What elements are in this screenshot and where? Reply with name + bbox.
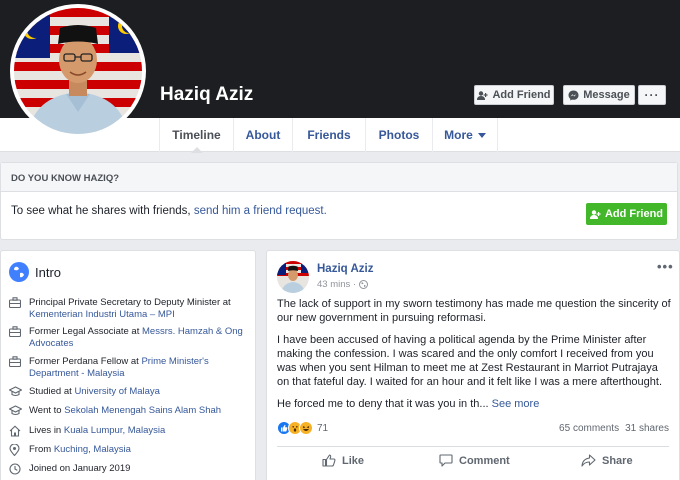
do-you-know-box: DO YOU KNOW HAZIQ? To see what he shares… — [0, 162, 678, 240]
globe-icon — [359, 280, 369, 289]
divider — [277, 446, 669, 447]
messenger-icon — [568, 90, 579, 100]
intro-item-lives-in: Lives in Kuala Lumpur, Malaysia — [9, 425, 253, 441]
tab-timeline[interactable]: Timeline — [159, 118, 233, 153]
home-icon — [9, 425, 23, 441]
message-label: Message — [583, 89, 630, 101]
intro-link[interactable]: Sekolah Menengah Sains Alam Shah — [64, 405, 221, 416]
intro-item-work-2: Former Legal Associate at Messrs. Hamzah… — [8, 326, 253, 350]
post-card: Haziq Aziz 43 mins · ••• The lack of sup… — [266, 250, 680, 480]
profile-picture[interactable] — [10, 4, 146, 138]
friend-request-link[interactable]: send him a friend request. — [194, 205, 327, 217]
like-label: Like — [342, 454, 365, 467]
intro-item-work-1: Principal Private Secretary to Deputy Mi… — [8, 297, 253, 321]
post-time-text: 43 mins · — [317, 279, 357, 290]
post-stats: 65 comments 31 shares — [559, 423, 669, 434]
briefcase-icon — [8, 297, 23, 321]
share-icon — [581, 454, 596, 467]
intro-link[interactable]: University of Malaya — [74, 386, 160, 397]
tab-photos[interactable]: Photos — [365, 118, 432, 152]
shares-count[interactable]: 31 shares — [625, 423, 669, 434]
intro-item-from: From Kuching, Malaysia — [9, 443, 253, 460]
tab-more[interactable]: More — [432, 118, 498, 152]
share-button[interactable]: Share — [581, 454, 633, 467]
globe-icon — [9, 262, 29, 282]
post-paragraph: I have been accused of having a politica… — [277, 334, 663, 388]
briefcase-icon — [8, 356, 23, 380]
post-body: The lack of support in my sworn testimon… — [277, 297, 673, 419]
post-paragraph: The lack of support in my sworn testimon… — [277, 298, 671, 324]
prompt-text: To see what he shares with friends, — [11, 205, 191, 217]
intro-item-education-1: Studied at University of Malaya — [8, 386, 253, 401]
add-friend-icon — [477, 90, 489, 100]
post-author-name[interactable]: Haziq Aziz — [317, 263, 373, 275]
intro-header: Intro — [9, 262, 61, 282]
tab-about[interactable]: About — [233, 118, 292, 152]
caret-down-icon — [477, 132, 486, 138]
comment-button[interactable]: Comment — [439, 454, 510, 467]
intro-link[interactable]: Kuala Lumpur, Malaysia — [64, 425, 165, 436]
intro-link[interactable]: Kementerian Industri Utama – MPI — [29, 309, 175, 320]
comment-label: Comment — [459, 454, 510, 467]
reaction-count: 71 — [317, 422, 329, 434]
graduation-cap-icon — [8, 386, 23, 401]
do-you-know-title: DO YOU KNOW HAZIQ? — [1, 163, 677, 192]
message-button[interactable]: Message — [563, 85, 635, 105]
add-friend-green-button[interactable]: Add Friend — [586, 203, 667, 225]
more-options-button[interactable]: ··· — [638, 85, 666, 105]
location-pin-icon — [9, 443, 23, 460]
add-friend-icon — [589, 209, 601, 219]
thumbs-up-icon — [322, 454, 336, 467]
comments-count[interactable]: 65 comments — [559, 423, 619, 434]
intro-item-work-3: Former Perdana Fellow at Prime Minister'… — [8, 356, 253, 380]
post-timestamp[interactable]: 43 mins · — [317, 279, 369, 290]
see-more-link[interactable]: See more — [492, 398, 540, 410]
add-friend-green-label: Add Friend — [604, 208, 664, 220]
intro-title: Intro — [35, 264, 62, 280]
profile-name[interactable]: Haziq Aziz — [160, 84, 253, 106]
post-author-avatar[interactable] — [277, 261, 309, 293]
graduation-cap-icon — [8, 405, 23, 420]
post-options-button[interactable]: ••• — [657, 259, 674, 274]
like-button[interactable]: Like — [322, 454, 364, 467]
briefcase-icon — [8, 326, 23, 350]
tab-friends[interactable]: Friends — [292, 118, 365, 152]
add-friend-button[interactable]: Add Friend — [474, 85, 554, 105]
post-teaser: He forced me to deny that it was you in … — [277, 398, 540, 410]
share-label: Share — [602, 454, 633, 467]
friend-request-prompt: To see what he shares with friends, send… — [11, 205, 327, 217]
tab-more-label: More — [444, 128, 473, 142]
clock-icon — [9, 463, 23, 479]
comment-icon — [439, 454, 453, 467]
intro-card: Intro Principal Private Secretary to Dep… — [0, 250, 256, 480]
intro-item-joined: Joined on January 2019 — [9, 463, 253, 479]
haha-reaction-icon — [299, 421, 313, 435]
add-friend-label: Add Friend — [492, 89, 551, 101]
intro-link[interactable]: Kuching, Malaysia — [54, 444, 131, 455]
reaction-summary[interactable]: 71 — [277, 421, 328, 435]
intro-item-education-2: Went to Sekolah Menengah Sains Alam Shah — [8, 405, 253, 420]
